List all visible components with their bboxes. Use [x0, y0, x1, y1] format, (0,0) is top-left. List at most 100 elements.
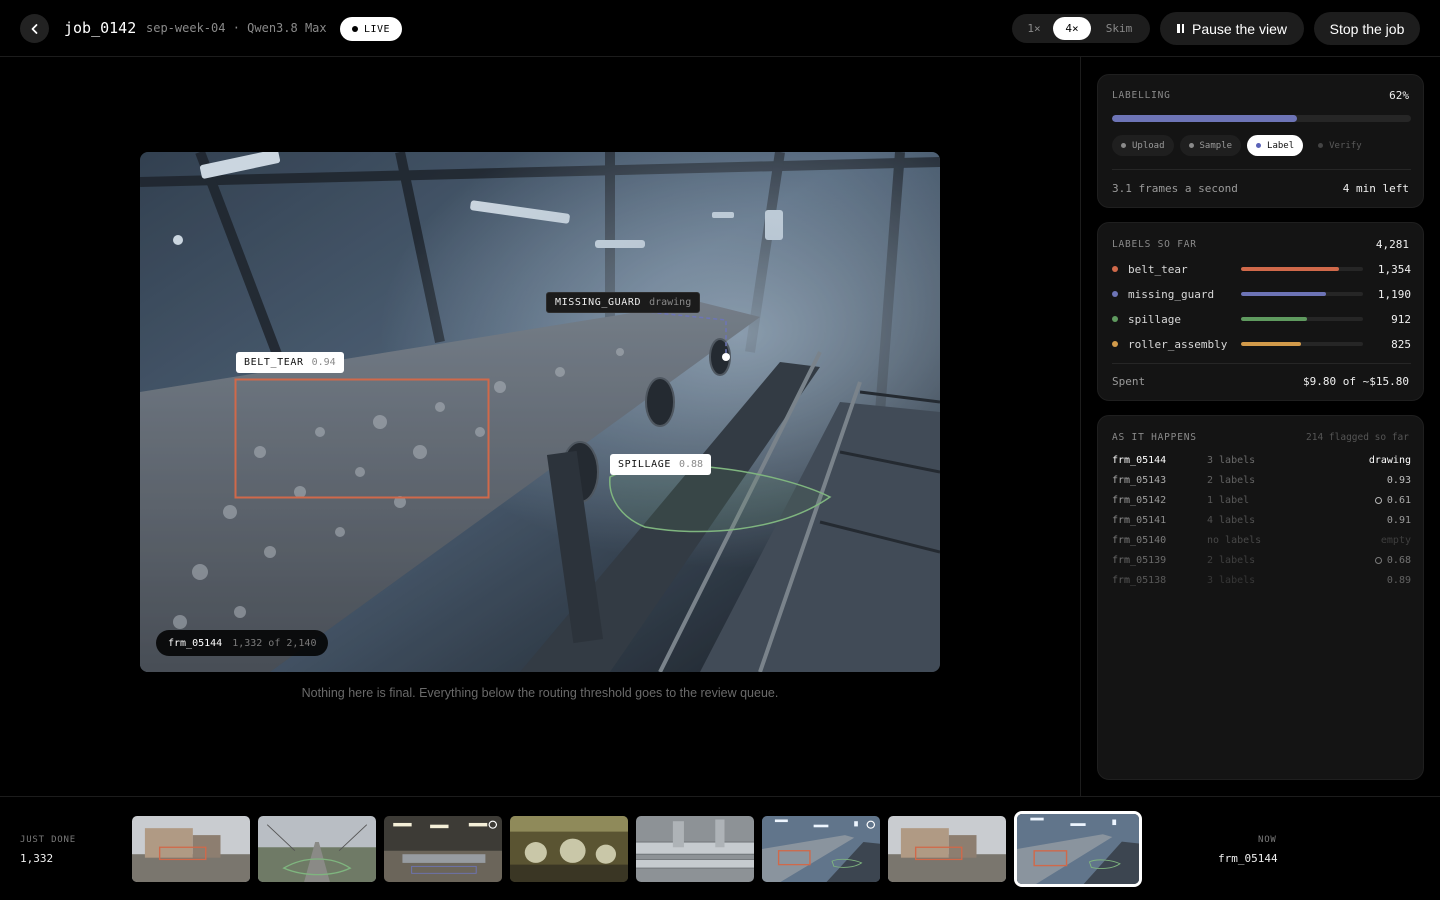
feed-status-value: 0.61 — [1386, 494, 1411, 506]
feed-status-value: empty — [1380, 534, 1411, 546]
feed-status: 0.68 — [1374, 554, 1411, 566]
label-row-missing-guard[interactable]: missing_guard 1,190 — [1112, 287, 1411, 301]
belt-tear-color-dot-icon — [1112, 266, 1118, 272]
stage-dot-icon — [1188, 143, 1194, 148]
thumbnail-image — [636, 816, 754, 882]
live-dot-icon — [352, 26, 358, 32]
label-row-roller-assembly[interactable]: roller_assembly 825 — [1112, 337, 1411, 351]
speed-1x-option[interactable]: 1× — [1015, 17, 1053, 40]
missing-guard-label[interactable]: MISSING_GUARD drawing — [546, 292, 701, 313]
just-done-label: JUST DONE — [20, 835, 76, 845]
current-frame-thumbnail[interactable] — [1014, 811, 1142, 887]
feed-status: 0.89 — [1387, 575, 1411, 586]
feed-frame-id: frm_05141 — [1112, 514, 1167, 526]
feed-row[interactable]: frm_05144 3 labels drawing — [1112, 453, 1411, 467]
feed-status-value: 0.68 — [1386, 554, 1411, 566]
frame-thumbnail[interactable] — [510, 816, 628, 882]
spent-label: Spent — [1112, 375, 1146, 388]
frame-viewer: MISSING_GUARD drawing BELT_TEAR 0.94 SPI… — [140, 152, 940, 672]
stage-label[interactable]: Label — [1247, 135, 1304, 156]
label-row-spillage[interactable]: spillage 912 — [1112, 312, 1411, 326]
thumbnail-image — [132, 816, 250, 882]
missing-guard-color-dot-icon — [1112, 291, 1118, 297]
spillage-color-dot-icon — [1112, 316, 1118, 322]
stage-sample[interactable]: Sample — [1179, 135, 1242, 156]
labels-total: 4,281 — [1375, 238, 1409, 251]
feed-row[interactable]: frm_05141 4 labels 0.91 — [1112, 513, 1411, 527]
stage-label-label: Label — [1267, 140, 1295, 151]
spillage-label-text: SPILLAGE — [618, 459, 671, 470]
thumbnail-image — [762, 816, 880, 882]
feed-row[interactable]: frm_05138 3 labels 0.89 — [1112, 573, 1411, 587]
spillage-label[interactable]: SPILLAGE 0.88 — [610, 454, 712, 475]
feed-row[interactable]: frm_05142 1 label 0.61 — [1112, 493, 1411, 507]
feed-label-count: 4 labels — [1207, 514, 1256, 526]
feed-frame-id: frm_05138 — [1112, 574, 1167, 586]
label-name: missing_guard — [1128, 287, 1215, 301]
frame-info-chip: frm_05144 1,332 of 2,140 — [156, 630, 329, 656]
feed-title: AS IT HAPPENS — [1112, 432, 1197, 443]
pause-view-button[interactable]: Pause the view — [1160, 12, 1304, 45]
label-count: 912 — [1391, 312, 1411, 326]
speed-4x-option[interactable]: 4× — [1053, 17, 1091, 40]
flagged-count: 214 flagged so far — [1306, 432, 1409, 443]
divider — [1112, 169, 1411, 170]
feed-label-count: 3 labels — [1207, 574, 1256, 586]
labels-title: LABELS SO FAR — [1112, 239, 1197, 250]
spent-value: $9.80 of ~$15.80 — [1303, 375, 1409, 388]
feed-status-value: 0.89 — [1386, 574, 1411, 586]
feed-label-count: 1 label — [1207, 494, 1250, 506]
feed-label-count: 2 labels — [1207, 554, 1256, 566]
label-count: 1,190 — [1377, 287, 1411, 301]
pause-label: Pause the view — [1192, 20, 1287, 37]
labelling-progress-panel: LABELLING 62% Upload Sample Label Verify… — [1097, 74, 1424, 208]
back-button[interactable] — [20, 14, 49, 43]
labelling-progress-fill — [1112, 115, 1298, 122]
frame-id: frm_05144 — [168, 637, 223, 649]
stage-dot-icon — [1256, 143, 1262, 148]
stage-verify-label: Verify — [1329, 140, 1362, 151]
job-meta: sep-week-04 · Qwen3.8 Max — [146, 21, 327, 35]
feed-status-value: 0.91 — [1386, 514, 1411, 526]
feed-status: 0.93 — [1387, 475, 1411, 486]
label-row-belt-tear[interactable]: belt_tear 1,354 — [1112, 262, 1411, 276]
label-bar — [1241, 292, 1363, 296]
frame-thumbnail[interactable] — [762, 816, 880, 882]
thumbnail-image — [258, 816, 376, 882]
stop-job-button[interactable]: Stop the job — [1314, 12, 1420, 45]
frame-thumbnail[interactable] — [384, 816, 502, 882]
frame-thumbnail[interactable] — [258, 816, 376, 882]
feed-label-count: 2 labels — [1207, 474, 1256, 486]
feed-row[interactable]: frm_05140 no labels empty — [1112, 533, 1411, 547]
missing-guard-label-text: MISSING_GUARD — [555, 297, 642, 308]
thumbnail-image — [888, 816, 1006, 882]
spillage-score: 0.88 — [678, 459, 704, 470]
label-name: belt_tear — [1128, 262, 1188, 276]
feed-row[interactable]: frm_05143 2 labels 0.93 — [1112, 473, 1411, 487]
label-bar — [1241, 317, 1363, 321]
stage-dot-icon — [1318, 143, 1324, 148]
conveyor-scene-image — [140, 152, 940, 672]
feed-row[interactable]: frm_05139 2 labels 0.68 — [1112, 553, 1411, 567]
speed-skim-option[interactable]: Skim — [1091, 17, 1147, 40]
frame-thumbnail[interactable] — [636, 816, 754, 882]
label-count: 825 — [1391, 337, 1411, 351]
now-label: NOW — [1258, 835, 1277, 845]
pause-icon — [1177, 24, 1185, 33]
label-bar-fill — [1241, 267, 1339, 271]
feed-frame-id: frm_05142 — [1112, 494, 1167, 506]
stage-verify[interactable]: Verify — [1309, 135, 1371, 156]
labelling-progress-bar — [1112, 115, 1411, 122]
label-bar-fill — [1241, 292, 1327, 296]
label-bar — [1241, 267, 1363, 271]
frame-thumbnail[interactable] — [132, 816, 250, 882]
stage-upload[interactable]: Upload — [1112, 135, 1174, 156]
feed-label-count: no labels — [1207, 534, 1262, 546]
label-bar-fill — [1241, 342, 1301, 346]
belt-tear-label[interactable]: BELT_TEAR 0.94 — [236, 352, 344, 373]
thumbnail-image — [1017, 814, 1139, 884]
divider — [1112, 363, 1411, 364]
thumbnail-image — [510, 816, 628, 882]
frame-thumbnail[interactable] — [888, 816, 1006, 882]
stage-sample-label: Sample — [1199, 140, 1233, 151]
